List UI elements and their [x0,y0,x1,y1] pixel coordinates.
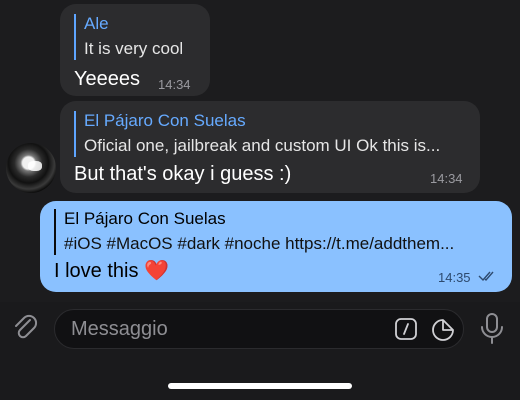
reply-author: El Pájaro Con Suelas [84,111,246,130]
double-check-icon [478,269,498,287]
message-bubble-outgoing[interactable]: El Pájaro Con Suelas #iOS #MacOS #dark #… [40,201,512,292]
message-bubble-incoming[interactable]: Ale It is very cool Yeeees 14:34 [60,4,210,96]
message-input[interactable]: Messaggio [54,309,464,349]
paperclip-icon[interactable] [10,312,40,342]
message-time: 14:34 [158,77,191,92]
message-text: I love this ❤️ [54,260,169,282]
slash-command-icon[interactable] [395,318,417,340]
home-indicator[interactable] [168,383,352,389]
message-text: Yeeees [74,68,140,90]
reply-snippet: It is very cool [84,39,184,58]
message-input-placeholder: Messaggio [71,318,168,340]
message-text: But that's okay i guess :) [74,163,292,185]
reply-quote[interactable]: El Pájaro Con Suelas Oficial one, jailbr… [74,111,466,157]
message-bubble-incoming[interactable]: El Pájaro Con Suelas Oficial one, jailbr… [60,101,480,193]
reply-quote[interactable]: El Pájaro Con Suelas #iOS #MacOS #dark #… [54,209,498,255]
reply-snippet: #iOS #MacOS #dark #noche https://t.me/ad… [64,234,455,253]
reply-author: El Pájaro Con Suelas [64,209,226,228]
avatar[interactable] [6,143,56,193]
reply-snippet: Oficial one, jailbreak and custom UI Ok … [84,136,441,155]
reply-quote[interactable]: Ale It is very cool [74,14,196,60]
chat-area: Ale It is very cool Yeeees 14:34 El Pája… [0,0,520,302]
reply-author: Ale [84,14,109,33]
microphone-icon[interactable] [478,312,506,346]
sticker-icon[interactable] [431,318,455,342]
message-time: 14:34 [430,171,463,186]
message-time: 14:35 [438,270,471,285]
